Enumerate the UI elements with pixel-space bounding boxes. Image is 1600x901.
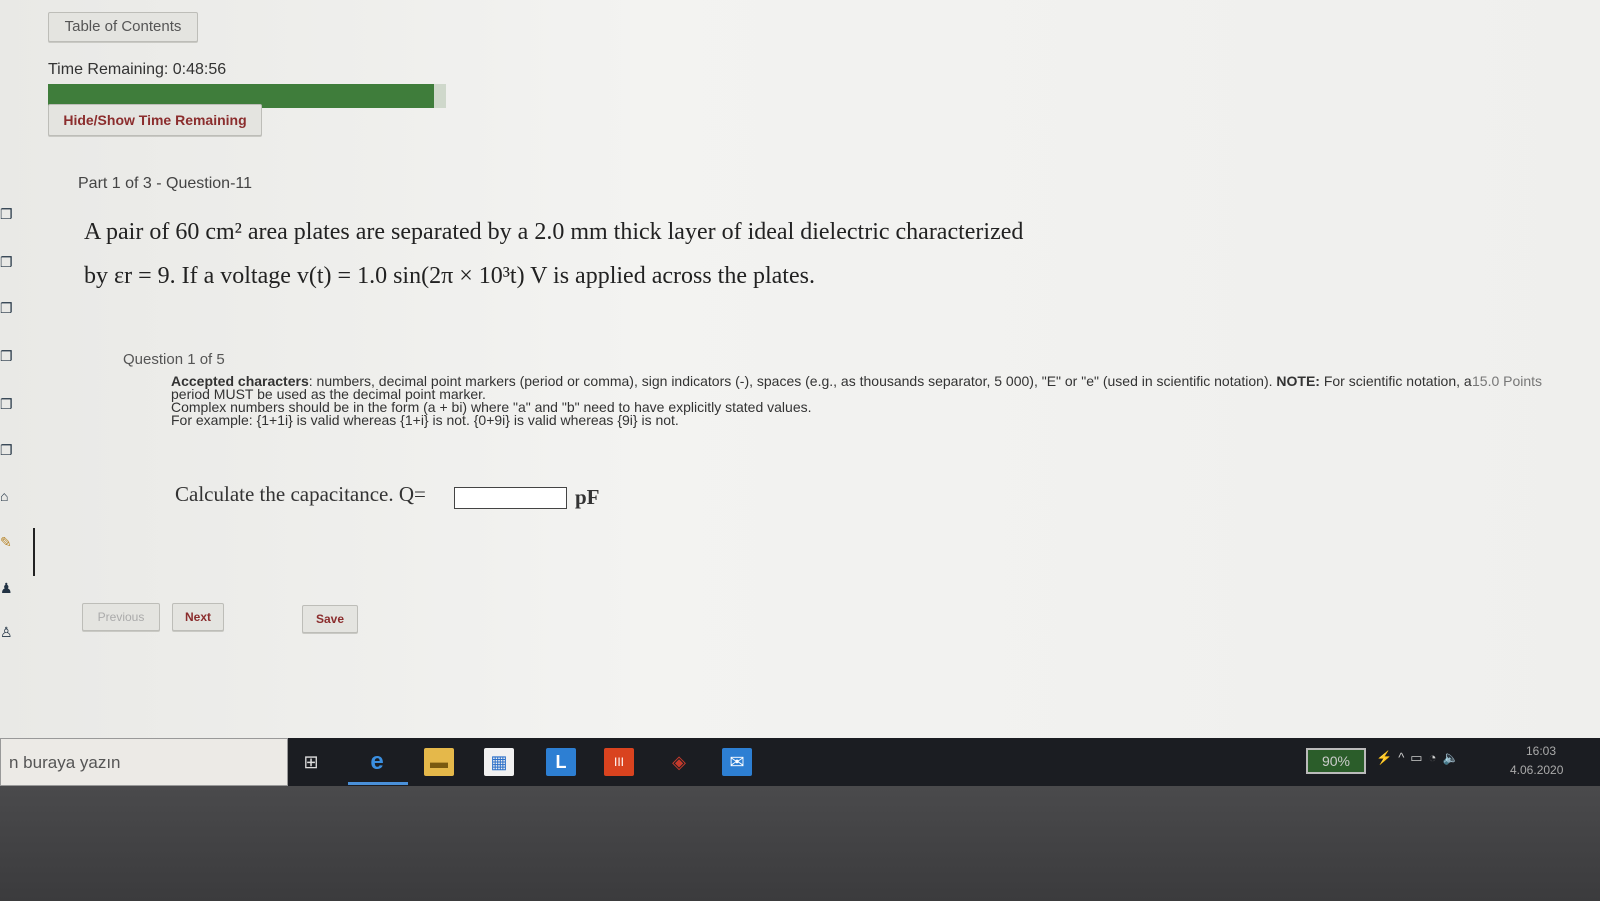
text-cursor [33, 528, 35, 576]
chevron-up-icon[interactable]: ^ [1398, 750, 1410, 765]
save-button[interactable]: Save [302, 605, 358, 633]
search-placeholder: n buraya yazın [9, 753, 121, 772]
window-icon[interactable]: ❐ [0, 348, 20, 364]
unit-label: pF [575, 485, 600, 509]
office-icon[interactable]: III [604, 748, 634, 776]
file-explorer-icon[interactable]: ▬ [424, 748, 454, 776]
network-icon[interactable]: ▭ [1410, 750, 1428, 765]
task-view-icon[interactable]: ⊞ [296, 748, 326, 776]
mcafee-icon[interactable]: ◈ [664, 748, 694, 776]
previous-button[interactable]: Previous [82, 603, 160, 631]
part-label: Part 1 of 3 - Question-11 [78, 175, 253, 192]
battery-indicator[interactable]: 90% [1306, 748, 1366, 774]
problem-statement: A pair of 60 cm² area plates are separat… [84, 210, 1084, 298]
left-toolbar: ❐ ❐ ❐ ❐ ❐ ❐ ⌂ ✎ ♟ ♙ [0, 200, 28, 660]
note-heading: NOTE: [1276, 373, 1320, 389]
pencil-icon[interactable]: ✎ [0, 534, 20, 550]
problem-line-1: A pair of 60 cm² area plates are separat… [84, 219, 1024, 245]
browser-viewport: ❐ ❐ ❐ ❐ ❐ ❐ ⌂ ✎ ♟ ♙ Table of Contents Ti… [0, 0, 1600, 738]
user-icon[interactable]: ♙ [0, 624, 20, 640]
active-app-indicator [348, 782, 408, 785]
volume-icon[interactable]: 🔈 [1442, 750, 1464, 765]
hide-show-time-button[interactable]: Hide/Show Time Remaining [48, 104, 262, 136]
time-remaining-label: Time Remaining: 0:48:56 [48, 61, 227, 78]
tag-icon[interactable]: ⌂ [0, 488, 20, 504]
monitor-bezel [0, 786, 1600, 901]
problem-line-2: by εr = 9. If a voltage v(t) = 1.0 sin(2… [84, 263, 815, 289]
next-button[interactable]: Next [172, 603, 224, 631]
window-icon[interactable]: ❐ [0, 254, 20, 270]
window-icon[interactable]: ❐ [0, 442, 20, 458]
capacitance-answer-input[interactable] [454, 487, 567, 509]
store-icon[interactable]: ▦ [484, 748, 514, 776]
window-icon[interactable]: ❐ [0, 300, 20, 316]
example-text: For example: {1+1i} is valid whereas {1+… [171, 412, 679, 428]
question-number-label: Question 1 of 5 [123, 351, 225, 368]
windows-taskbar: n buraya yazın ⊞ e ▬ ▦ L III ◈ ✉ 90% ⚡^▭… [0, 738, 1600, 786]
question-prompt: Calculate the capacitance. Q= [175, 482, 426, 506]
stamp-icon[interactable]: ♟ [0, 580, 20, 596]
table-of-contents-button[interactable]: Table of Contents [48, 12, 198, 42]
window-icon[interactable]: ❐ [0, 396, 20, 412]
system-tray[interactable]: ⚡^▭◔🔈 [1376, 750, 1465, 766]
power-icon[interactable]: ⚡ [1376, 750, 1398, 765]
accepted-characters-instructions: Accepted characters: numbers, decimal po… [171, 373, 1511, 428]
clock-date[interactable]: 4.06.2020 [1510, 763, 1563, 777]
mail-icon[interactable]: ✉ [722, 748, 752, 776]
clock-time[interactable]: 16:03 [1526, 744, 1556, 758]
lync-icon[interactable]: L [546, 748, 576, 776]
edge-browser-icon[interactable]: e [362, 748, 392, 776]
window-icon[interactable]: ❐ [0, 206, 20, 222]
wifi-icon[interactable]: ◔ [1429, 750, 1443, 765]
taskbar-search-box[interactable]: n buraya yazın [0, 738, 288, 786]
